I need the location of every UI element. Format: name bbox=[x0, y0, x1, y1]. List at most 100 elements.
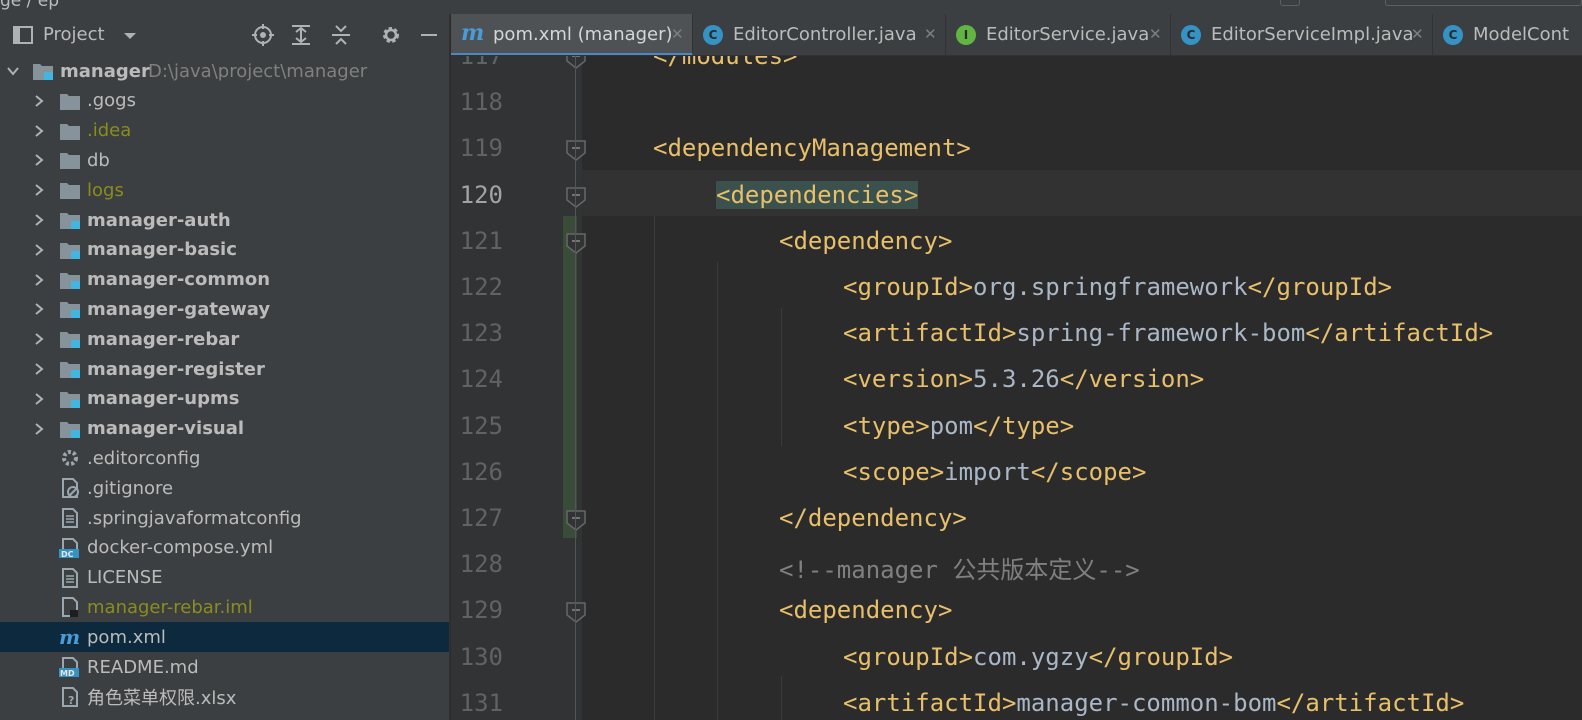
tree-item[interactable]: db bbox=[0, 145, 449, 175]
code-line[interactable]: <groupId>org.springframework</groupId> bbox=[843, 273, 1392, 301]
expand-all-icon[interactable] bbox=[290, 24, 312, 46]
tree-item[interactable]: m pom.xml bbox=[0, 622, 449, 653]
code-line[interactable]: <artifactId>manager-common-bom</artifact… bbox=[843, 689, 1464, 717]
code-line[interactable]: <artifactId>spring-framework-bom</artifa… bbox=[843, 319, 1493, 347]
xml-tag: </dependency> bbox=[779, 504, 967, 532]
chevron-right-icon[interactable] bbox=[32, 362, 46, 376]
crosshair-icon[interactable] bbox=[252, 24, 274, 46]
tree-root-path: D:\java\project\manager bbox=[148, 60, 368, 82]
code-line[interactable]: <scope>import</scope> bbox=[843, 458, 1146, 486]
indent-guide bbox=[717, 262, 718, 720]
fold-marker-icon[interactable] bbox=[566, 232, 586, 254]
chevron-right-icon[interactable] bbox=[32, 183, 46, 197]
search-everywhere-field[interactable] bbox=[1385, 0, 1582, 6]
editor-tab[interactable]: C EditorController.java ✕ bbox=[693, 14, 946, 55]
code-line[interactable]: </dependency> bbox=[779, 504, 967, 532]
xml-text: pom bbox=[929, 411, 974, 440]
gear-icon[interactable] bbox=[380, 24, 402, 46]
xml-tag: <dependency> bbox=[779, 226, 953, 255]
chevron-right-icon[interactable] bbox=[32, 392, 46, 406]
code-line[interactable]: <version>5.3.26</version> bbox=[843, 365, 1204, 393]
tree-item-label: manager-visual bbox=[87, 418, 245, 440]
tree-item[interactable]: .editorconfig bbox=[0, 443, 449, 473]
tree-item-label: manager-basic bbox=[87, 239, 237, 261]
chevron-down-icon[interactable] bbox=[6, 64, 20, 78]
chevron-right-icon[interactable] bbox=[32, 153, 46, 167]
indent-guide bbox=[654, 216, 655, 720]
tree-item[interactable]: LICENSE bbox=[0, 563, 449, 593]
editor-tab[interactable]: m pom.xml (manager) ✕ bbox=[451, 14, 693, 55]
code-line[interactable]: </modules> bbox=[653, 56, 798, 70]
folder-icon bbox=[59, 180, 81, 200]
tree-item[interactable]: manager-rebar.iml bbox=[0, 592, 449, 622]
tree-item-label: pom.xml bbox=[87, 626, 166, 648]
tree-item[interactable]: .springjavaformatconfig bbox=[0, 503, 449, 533]
tree-root-manager[interactable]: manager D:\java\project\manager bbox=[0, 56, 449, 86]
tree-item[interactable]: manager-gateway bbox=[0, 294, 449, 324]
code-line[interactable]: <dependencies> bbox=[716, 180, 919, 209]
editor-tab[interactable]: C ModelCont bbox=[1433, 14, 1582, 55]
tree-item[interactable]: DC docker-compose.yml bbox=[0, 533, 449, 563]
chevron-right-icon[interactable] bbox=[32, 422, 46, 436]
tree-item-label: 角色菜单权限.xlsx bbox=[87, 687, 237, 709]
fold-marker-icon[interactable] bbox=[566, 601, 586, 624]
tree-item[interactable]: ? 角色菜单权限.xlsx bbox=[0, 682, 449, 712]
xml-open-tag: <groupId> bbox=[843, 642, 974, 671]
chevron-right-icon[interactable] bbox=[32, 213, 46, 227]
fold-marker-icon[interactable] bbox=[566, 509, 586, 531]
editor-tab[interactable]: C EditorServiceImpl.java ✕ bbox=[1171, 14, 1433, 55]
code-line[interactable]: <!--manager 公共版本定义--> bbox=[779, 550, 1140, 585]
toolbar-widget[interactable] bbox=[1280, 0, 1300, 6]
module-folder-icon bbox=[59, 299, 81, 319]
tree-item[interactable]: manager-register bbox=[0, 354, 449, 384]
code-line[interactable]: <groupId>com.ygzy</groupId> bbox=[843, 643, 1233, 671]
module-folder-icon bbox=[59, 389, 81, 409]
tree-item[interactable]: manager-visual bbox=[0, 414, 449, 444]
code-line[interactable]: <dependency> bbox=[779, 227, 952, 255]
chevron-right-icon[interactable] bbox=[32, 332, 46, 346]
chevron-right-icon[interactable] bbox=[32, 94, 46, 108]
chevron-right-icon[interactable] bbox=[32, 302, 46, 316]
chevron-right-icon[interactable] bbox=[32, 273, 46, 287]
xml-open-tag: <scope> bbox=[843, 457, 945, 486]
fold-marker-icon[interactable] bbox=[566, 56, 586, 69]
tree-item[interactable]: manager-auth bbox=[0, 205, 449, 235]
tree-item-label: manager-rebar.iml bbox=[87, 596, 253, 618]
tree-item[interactable]: manager-common bbox=[0, 265, 449, 295]
top-strip: ge / ep bbox=[0, 0, 1582, 14]
code-line[interactable]: <type>pom</type> bbox=[843, 412, 1074, 440]
tree-item[interactable]: MD README.md bbox=[0, 652, 449, 682]
svg-text:m: m bbox=[59, 627, 80, 647]
tree-item[interactable]: .gitignore bbox=[0, 473, 449, 503]
folder-icon bbox=[59, 91, 81, 111]
minimize-icon[interactable] bbox=[418, 24, 440, 46]
close-icon[interactable]: ✕ bbox=[1149, 25, 1162, 43]
fold-marker-icon[interactable] bbox=[566, 186, 586, 208]
close-icon[interactable]: ✕ bbox=[924, 25, 937, 43]
tree-item[interactable]: .idea bbox=[0, 116, 449, 146]
project-view-selector[interactable]: Project bbox=[43, 24, 105, 45]
close-icon[interactable]: ✕ bbox=[671, 25, 684, 43]
tree-item[interactable]: logs bbox=[0, 175, 449, 205]
chevron-right-icon[interactable] bbox=[32, 243, 46, 257]
xml-close-tag: </version> bbox=[1059, 365, 1205, 394]
chevron-down-icon[interactable] bbox=[122, 28, 138, 44]
tree-item[interactable]: .gogs bbox=[0, 86, 449, 116]
xml-text: com.ygzy bbox=[973, 642, 1089, 671]
tree-item[interactable]: manager-basic bbox=[0, 235, 449, 265]
fold-marker-icon[interactable] bbox=[566, 139, 586, 162]
xml-close-tag: </type> bbox=[973, 411, 1075, 440]
text-file-icon bbox=[59, 508, 81, 528]
gitignore-icon bbox=[59, 478, 81, 499]
xml-tag: </modules> bbox=[653, 56, 798, 70]
tree-item[interactable]: manager-upms bbox=[0, 384, 449, 414]
close-icon[interactable]: ✕ bbox=[1411, 25, 1424, 43]
tree-item[interactable]: manager-rebar bbox=[0, 324, 449, 354]
chevron-right-icon[interactable] bbox=[32, 124, 46, 138]
collapse-all-icon[interactable] bbox=[330, 24, 352, 46]
module-folder-icon bbox=[59, 240, 81, 260]
editor-tab[interactable]: I EditorService.java ✕ bbox=[946, 14, 1171, 55]
code-line[interactable]: <dependency> bbox=[779, 596, 952, 624]
code-editor[interactable]: 117 118 119 120 121 122 123 124 125 126 127 128 129 1… bbox=[451, 56, 1582, 720]
code-line[interactable]: <dependencyManagement> bbox=[653, 134, 971, 162]
